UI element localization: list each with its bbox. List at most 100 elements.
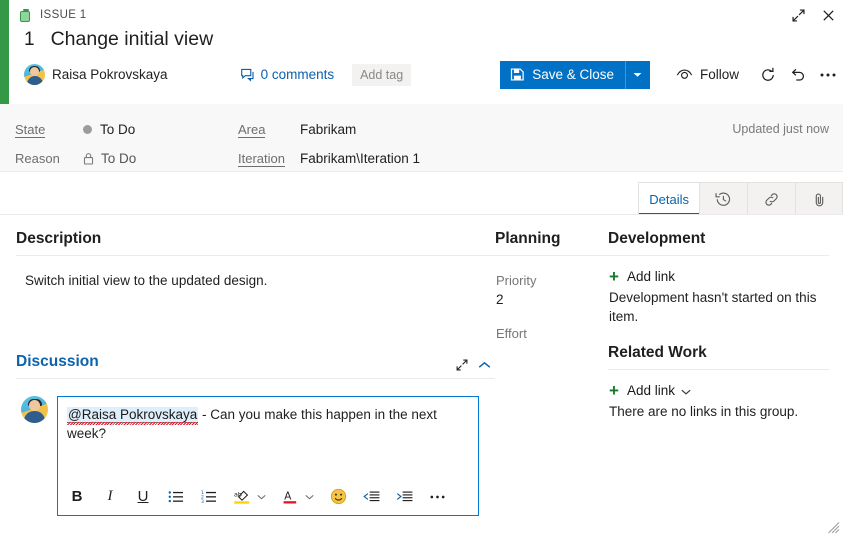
planning-heading: Planning	[495, 230, 561, 247]
field-reason-value: To Do	[83, 151, 136, 166]
ellipsis-icon	[430, 495, 444, 499]
related-work-heading: Related Work	[608, 344, 707, 362]
development-section: Development + Add link Development hasn'…	[608, 230, 829, 326]
indent-icon	[396, 491, 412, 502]
assignee-name[interactable]: Raisa Pokrovskaya	[52, 67, 168, 82]
bold-button[interactable]: B	[65, 484, 89, 510]
field-iteration-row: Iteration Fabrikam\Iteration 1	[238, 144, 568, 173]
related-work-add-link-button[interactable]: + Add link	[608, 370, 829, 399]
refresh-button[interactable]	[753, 61, 783, 89]
highlight-icon: ab	[234, 490, 250, 504]
priority-value[interactable]: 2	[495, 288, 608, 309]
issue-breadcrumb-label: ISSUE 1	[40, 9, 87, 21]
tab-links[interactable]	[747, 182, 795, 215]
comments-count-label: 0 comments	[260, 67, 335, 82]
highlight-dropdown-button[interactable]	[254, 484, 269, 510]
discussion-expand-button[interactable]	[451, 355, 473, 375]
issue-type-icon	[20, 8, 32, 22]
development-column: Development + Add link Development hasn'…	[608, 216, 843, 537]
work-item-type-accent-bar	[0, 0, 9, 104]
chevron-down-icon	[634, 72, 642, 77]
assignee-avatar[interactable]	[24, 64, 45, 85]
highlight-button[interactable]: ab	[230, 484, 254, 510]
field-reason-label: Reason	[15, 151, 60, 166]
work-item-id: 1	[24, 29, 35, 50]
planning-column: Planning Priority 2 Effort	[495, 216, 608, 537]
field-iteration-value[interactable]: Fabrikam\Iteration 1	[300, 151, 420, 166]
outdent-button[interactable]	[359, 484, 383, 510]
reason-value-text: To Do	[101, 151, 137, 166]
comment-editor: @Raisa Pokrovskaya - Can you make this h…	[57, 395, 479, 516]
description-text[interactable]: Switch initial view to the updated desig…	[16, 256, 495, 291]
work-item-title[interactable]: Change initial view	[51, 28, 214, 51]
link-icon	[765, 192, 778, 206]
effort-label: Effort	[496, 326, 527, 341]
save-and-close-label: Save & Close	[532, 67, 614, 82]
underline-button[interactable]: U	[131, 484, 155, 510]
state-value-text: To Do	[100, 122, 136, 137]
follow-eye-icon	[676, 69, 693, 79]
field-iteration-label: Iteration	[238, 151, 285, 167]
field-reason-row: Reason To Do	[15, 144, 238, 173]
discussion-heading[interactable]: Discussion	[16, 353, 99, 378]
tab-details[interactable]: Details	[638, 182, 699, 215]
numbered-list-icon: 1 2 3	[201, 490, 216, 504]
comment-format-toolbar: B I U 1 2 3 ab A	[58, 479, 478, 515]
expand-dialog-button[interactable]	[783, 3, 813, 27]
chevron-down-icon	[681, 383, 691, 398]
comment-input[interactable]: @Raisa Pokrovskaya - Can you make this h…	[58, 397, 478, 479]
refresh-icon	[762, 67, 774, 81]
emoji-button[interactable]	[326, 484, 350, 510]
window-resize-grip[interactable]	[827, 521, 840, 534]
header-title-row: 1 Change initial view	[9, 25, 843, 51]
description-section: Description Switch initial view to the u…	[16, 230, 495, 291]
close-dialog-button[interactable]	[813, 3, 843, 27]
field-area-label: Area	[238, 122, 266, 138]
indent-button[interactable]	[392, 484, 416, 510]
development-heading: Development	[608, 230, 706, 247]
header-action-row: Raisa Pokrovskaya 0 comments Add tag Sav…	[9, 51, 843, 89]
follow-button[interactable]: Follow	[670, 63, 745, 86]
comment-icon	[240, 68, 254, 82]
work-item-tab-row: Details	[638, 182, 843, 215]
chevron-down-icon	[257, 494, 266, 500]
tab-history[interactable]	[699, 182, 747, 215]
field-area-value[interactable]: Fabrikam	[300, 122, 356, 137]
font-color-dropdown-button[interactable]	[302, 484, 317, 510]
work-item-fields-strip: State To Do Reason To Do Area Fabrikam I…	[0, 104, 843, 172]
related-work-add-link-label: Add link	[626, 383, 675, 399]
save-and-close-button[interactable]: Save & Close	[500, 61, 625, 89]
development-add-link-button[interactable]: + Add link	[608, 256, 829, 285]
font-color-button[interactable]: A	[278, 484, 302, 510]
field-state-value[interactable]: To Do	[83, 122, 135, 137]
tab-attachments[interactable]	[795, 182, 843, 215]
effort-value[interactable]	[495, 341, 608, 362]
more-format-options-button[interactable]	[425, 484, 449, 510]
save-options-dropdown-button[interactable]	[624, 60, 650, 89]
user-mention[interactable]: @Raisa Pokrovskaya	[67, 406, 199, 423]
italic-button[interactable]: I	[98, 484, 122, 510]
field-state-label: State	[15, 122, 46, 138]
plus-icon: +	[609, 381, 619, 401]
add-tag-button[interactable]: Add tag	[352, 63, 412, 86]
plus-icon: +	[609, 267, 619, 286]
discussion-collapse-button[interactable]	[473, 355, 495, 375]
development-empty-text: Development hasn't started on this item.	[609, 290, 817, 324]
work-item-header: ISSUE 1 1 Change initial view Raisa Pokr…	[9, 0, 843, 104]
font-color-icon: A	[283, 490, 297, 504]
save-and-close-group: Save & Close	[500, 60, 650, 89]
tab-row-divider	[0, 214, 843, 215]
work-item-body: Description Switch initial view to the u…	[0, 216, 843, 537]
follow-label: Follow	[699, 67, 739, 82]
related-work-empty-text: There are no links in this group.	[609, 404, 799, 420]
outdent-icon	[362, 491, 379, 502]
numbered-list-button[interactable]: 1 2 3	[197, 484, 221, 510]
chevron-up-icon	[478, 361, 490, 368]
lock-icon	[83, 152, 94, 165]
svg-text:3: 3	[201, 499, 204, 504]
undo-button[interactable]	[783, 61, 813, 89]
related-work-section: Related Work + Add link There are no lin…	[608, 344, 829, 422]
more-actions-button[interactable]	[813, 61, 843, 89]
comments-count-link[interactable]: 0 comments	[240, 67, 335, 82]
bulleted-list-button[interactable]	[164, 484, 188, 510]
